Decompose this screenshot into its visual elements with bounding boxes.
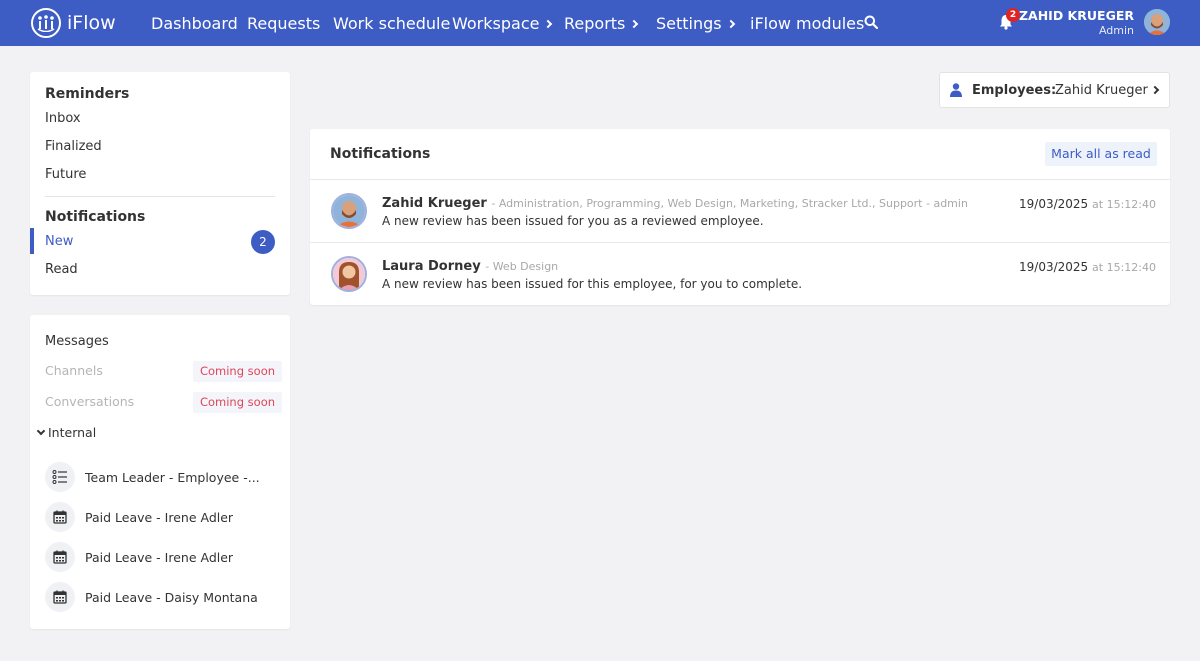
nav-label: Reports <box>564 14 626 33</box>
avatar <box>331 193 367 229</box>
new-count-badge: 2 <box>251 230 275 254</box>
internal-group-toggle[interactable]: Internal <box>36 425 97 440</box>
sender-departments: - Administration, Programming, Web Desig… <box>491 197 968 210</box>
avatar <box>331 256 367 292</box>
nav-requests[interactable]: Requests <box>247 14 320 33</box>
calendar-icon <box>45 502 75 532</box>
conversation-item[interactable]: Paid Leave - Daisy Montana <box>45 582 258 612</box>
nav-settings[interactable]: Settings <box>656 14 735 33</box>
panel-title: Notifications <box>330 146 431 162</box>
chevron-right-icon <box>544 19 553 28</box>
user-icon <box>950 83 962 97</box>
conversation-label: Paid Leave - Daisy Montana <box>85 589 258 605</box>
avatar[interactable] <box>1144 9 1170 35</box>
sidebar-item-future[interactable]: Future <box>45 167 86 182</box>
chevron-right-icon <box>726 19 735 28</box>
checklist-icon <box>45 462 75 492</box>
notification-item[interactable]: Laura Dorney - Web Design A new review h… <box>310 242 1170 304</box>
notification-time: at 15:12:40 <box>1092 261 1156 274</box>
chevron-right-icon <box>630 19 639 28</box>
nav-label: Workspace <box>452 14 540 33</box>
notification-sender: Laura Dorney - Web Design <box>382 259 558 274</box>
top-navigation-bar: iFlow Dashboard Requests Work schedule W… <box>0 0 1200 46</box>
chevron-right-icon <box>1150 85 1160 95</box>
notification-item[interactable]: Zahid Krueger - Administration, Programm… <box>310 179 1170 241</box>
channels-item: Channels <box>45 363 103 378</box>
employees-label: Employees: <box>972 83 1057 98</box>
calendar-icon <box>45 542 75 572</box>
notification-timestamp: 19/03/2025 at 15:12:40 <box>1019 197 1156 211</box>
notification-date: 19/03/2025 <box>1019 260 1089 274</box>
notifications-title: Notifications <box>45 209 146 225</box>
divider <box>45 196 275 197</box>
logo-icon <box>31 8 61 38</box>
conversation-label: Paid Leave - Irene Adler <box>85 549 234 565</box>
conversation-label: Team Leader - Employee -... <box>85 469 260 485</box>
notification-message: A new review has been issued for this em… <box>382 277 803 291</box>
employees-value: Zahid Krueger <box>1055 83 1148 98</box>
calendar-icon <box>45 582 75 612</box>
notifications-panel: Notifications Mark all as read Zahid Kru… <box>310 129 1170 305</box>
notification-count-badge: 2 <box>1006 8 1020 22</box>
messages-title: Messages <box>45 334 109 349</box>
sidebar-item-read[interactable]: Read <box>45 262 78 277</box>
brand-name: iFlow <box>67 12 116 34</box>
nav-iflow-modules[interactable]: iFlow modules <box>750 14 864 33</box>
chevron-down-icon <box>36 426 46 436</box>
logo[interactable]: iFlow <box>31 8 116 38</box>
coming-soon-badge: Coming soon <box>193 392 282 413</box>
mark-all-read-button[interactable]: Mark all as read <box>1045 142 1157 166</box>
conversation-label: Paid Leave - Irene Adler <box>85 509 234 525</box>
nav-label: iFlow modules <box>750 14 865 33</box>
conversation-item[interactable]: Team Leader - Employee -... <box>45 462 260 492</box>
messages-card: Messages Channels Coming soon Conversati… <box>30 315 290 629</box>
notification-message: A new review has been issued for you as … <box>382 214 764 228</box>
nav-reports[interactable]: Reports <box>564 14 639 33</box>
active-indicator <box>30 228 34 254</box>
employees-selector[interactable]: Employees: Zahid Krueger <box>939 72 1170 108</box>
search-icon[interactable] <box>864 15 878 29</box>
internal-label: Internal <box>48 425 97 440</box>
nav-work-schedule[interactable]: Work schedule <box>333 14 450 33</box>
nav-label: Settings <box>656 14 722 33</box>
notification-time: at 15:12:40 <box>1092 198 1156 211</box>
nav-label: Dashboard <box>151 14 238 33</box>
sender-departments: - Web Design <box>485 260 559 273</box>
nav-dashboard[interactable]: Dashboard <box>151 14 238 33</box>
notification-timestamp: 19/03/2025 at 15:12:40 <box>1019 260 1156 274</box>
notification-sender: Zahid Krueger - Administration, Programm… <box>382 196 968 211</box>
sender-name: Laura Dorney <box>382 259 481 274</box>
nav-label: Requests <box>247 14 321 33</box>
conversation-item[interactable]: Paid Leave - Irene Adler <box>45 542 233 572</box>
coming-soon-badge: Coming soon <box>193 361 282 382</box>
sidebar-reminders-card: Reminders Inbox Finalized Future Notific… <box>30 72 290 295</box>
nav-label: Work schedule <box>333 14 451 33</box>
sidebar-item-finalized[interactable]: Finalized <box>45 139 102 154</box>
conversation-item[interactable]: Paid Leave - Irene Adler <box>45 502 233 532</box>
nav-workspace[interactable]: Workspace <box>452 14 553 33</box>
sender-name: Zahid Krueger <box>382 196 487 211</box>
sidebar-item-new[interactable]: New <box>45 234 73 249</box>
reminders-title: Reminders <box>45 86 130 102</box>
conversations-item: Conversations <box>45 394 135 409</box>
user-name[interactable]: ZAHID KRUEGER <box>1019 8 1134 23</box>
notification-date: 19/03/2025 <box>1019 197 1089 211</box>
sidebar-item-inbox[interactable]: Inbox <box>45 111 81 126</box>
user-role: Admin <box>1098 24 1134 37</box>
